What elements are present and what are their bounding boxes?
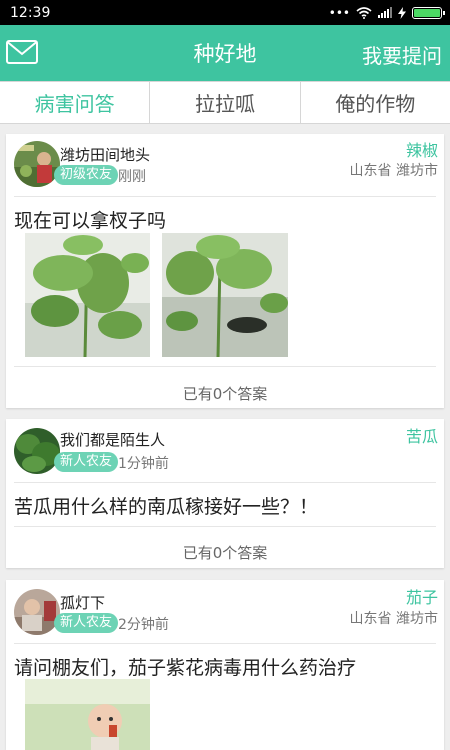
app-bar: 种好地 我要提问 (0, 25, 450, 81)
battery-icon (412, 6, 445, 19)
crop-tag[interactable]: 茄子 (406, 584, 438, 608)
location: 山东省 潍坊市 (349, 611, 438, 627)
post-time: 刚刚 (118, 169, 146, 185)
answer-count[interactable]: 已有0个答案 (6, 383, 444, 404)
user-name: 我们都是陌生人 (60, 431, 166, 449)
level-badge: 初级农友 (54, 165, 119, 185)
signal-icon (378, 7, 392, 18)
mail-icon[interactable] (6, 40, 38, 64)
level-badge: 新人农友 (54, 452, 119, 472)
status-bar: 12:39 ••• (0, 0, 450, 25)
crop-tag[interactable]: 辣椒 (406, 137, 438, 161)
status-icons: ••• (328, 5, 445, 20)
crop-tag[interactable]: 苦瓜 (406, 423, 438, 447)
tab-chat[interactable]: 拉拉呱 (150, 81, 301, 123)
tab-disease-qa[interactable]: 病害问答 (0, 81, 151, 123)
page-title: 种好地 (193, 42, 257, 66)
divider (14, 526, 436, 527)
tab-bar: 病害问答 拉拉呱 俺的作物 (0, 81, 450, 124)
question-photo[interactable] (25, 679, 150, 750)
level-badge: 新人农友 (54, 613, 119, 633)
more-dots-icon: ••• (328, 5, 350, 20)
question-photo[interactable] (25, 233, 150, 357)
question-card[interactable]: 我们都是陌生人 新人农友 1分钟前 苦瓜 苦瓜用什么样的南瓜稼接好一些？！ 已有… (6, 419, 444, 568)
question-card[interactable]: 潍坊田间地头 初级农友 刚刚 辣椒 山东省 潍坊市 现在可以拿杈子吗 已有0个答… (6, 134, 444, 408)
tab-my-crops[interactable]: 俺的作物 (300, 81, 450, 123)
divider (14, 482, 436, 483)
ask-question-button[interactable]: 我要提问 (362, 40, 442, 69)
post-time: 1分钟前 (118, 456, 169, 472)
charging-icon (398, 6, 406, 19)
answer-count[interactable]: 已有0个答案 (6, 542, 444, 563)
status-time: 12:39 (10, 4, 51, 21)
avatar[interactable] (14, 589, 60, 635)
question-photo[interactable] (162, 233, 288, 357)
question-text: 现在可以拿杈子吗 (14, 210, 167, 232)
location: 山东省 潍坊市 (349, 163, 438, 179)
avatar[interactable] (14, 141, 60, 187)
post-time: 2分钟前 (118, 617, 169, 633)
question-text: 请问棚友们，茄子紫花病毒用什么药治疗 (14, 657, 357, 679)
divider (14, 366, 436, 367)
question-text: 苦瓜用什么样的南瓜稼接好一些？！ (14, 496, 319, 518)
divider (14, 196, 436, 197)
user-name: 潍坊田间地头 (60, 146, 151, 164)
question-card[interactable]: 孤灯下 新人农友 2分钟前 茄子 山东省 潍坊市 请问棚友们，茄子紫花病毒用什么… (6, 580, 444, 750)
wifi-icon (356, 6, 372, 19)
divider (14, 643, 436, 644)
avatar[interactable] (14, 428, 60, 474)
user-name: 孤灯下 (60, 594, 106, 612)
